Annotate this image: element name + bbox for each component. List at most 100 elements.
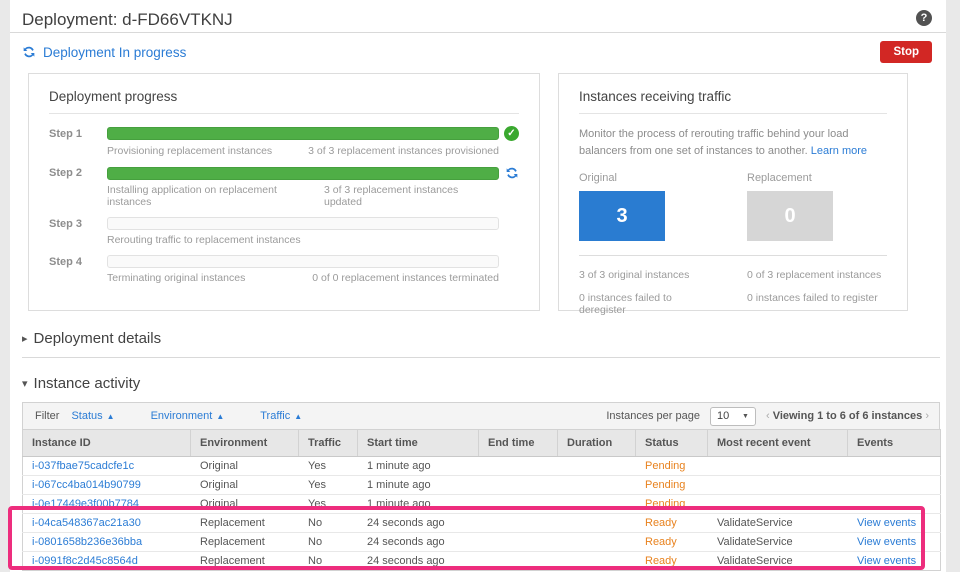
caret-down-icon: ▼ (742, 412, 749, 420)
instance-id-link[interactable]: i-0e17449e3f00b7784 (32, 498, 139, 510)
instance-id-link[interactable]: i-037fbae75cadcfe1c (32, 460, 134, 472)
end-time-cell (478, 475, 558, 495)
panels-row: Deployment progress Step 1 ✓ Provisionin… (28, 73, 946, 316)
page-header: Deployment: d-FD66VTKNJ ? (10, 0, 946, 33)
col-instance-id: Instance ID (22, 429, 191, 457)
most-recent-event-cell: ValidateService (707, 532, 848, 552)
page-title: Deployment: d-FD66VTKNJ (22, 10, 233, 29)
instances-per-page-select[interactable]: 10 ▼ (709, 406, 756, 426)
step-2-label: Step 2 (49, 167, 83, 179)
table-row: i-04ca548367ac21a30 Replacement No 24 se… (22, 513, 941, 533)
deployment-details-toggle[interactable]: ▸ Deployment details (22, 330, 946, 347)
traffic-cell: No (298, 532, 358, 552)
instance-id-link[interactable]: i-0991f8c2d45c8564d (32, 555, 138, 567)
events-cell: View events (847, 513, 941, 533)
step-3-progress-bar (107, 217, 499, 230)
view-events-link[interactable]: View events (857, 536, 916, 548)
filter-status-label: Status (71, 410, 103, 422)
instance-activity-table: Instance ID Environment Traffic Start ti… (22, 429, 941, 571)
filter-traffic[interactable]: Traffic ▲ (260, 410, 302, 422)
paging-text: Viewing 1 to 6 of 6 instances (772, 410, 923, 422)
step-1-row: Step 1 ✓ (49, 126, 519, 141)
replacement-label: Replacement (747, 172, 812, 185)
duration-cell (557, 513, 636, 533)
most-recent-event-cell (707, 494, 848, 514)
traffic-panel-description: Monitor the process of rerouting traffic… (579, 126, 887, 160)
events-cell (847, 494, 941, 514)
step-3-text: Rerouting traffic to replacement instanc… (107, 234, 519, 246)
view-events-link[interactable]: View events (857, 517, 916, 529)
per-page-value: 10 (716, 410, 730, 422)
deployment-status-text: Deployment In progress (43, 44, 187, 60)
divider (22, 357, 940, 358)
refresh-icon (505, 166, 519, 180)
deployment-progress-panel: Deployment progress Step 1 ✓ Provisionin… (28, 73, 540, 311)
status-cell: Pending (635, 475, 708, 495)
col-start-time: Start time (357, 429, 479, 457)
stop-button[interactable]: Stop (880, 41, 932, 63)
step-3-label: Step 3 (49, 217, 83, 230)
step-4-label: Step 4 (49, 255, 83, 268)
instance-activity-toggle[interactable]: ▾ Instance activity (22, 375, 946, 392)
instance-id-link[interactable]: i-067cc4ba014b90799 (32, 479, 141, 491)
status-bar: Deployment In progress Stop (22, 40, 932, 64)
most-recent-event-cell: ValidateService (707, 513, 848, 533)
instance-table-wrap: Instance ID Environment Traffic Start ti… (8, 429, 941, 571)
filter-environment[interactable]: Environment ▲ (151, 410, 225, 422)
status-cell: Ready (635, 513, 708, 533)
most-recent-event-cell (707, 475, 848, 495)
chevron-down-icon: ▾ (22, 378, 28, 390)
start-time-cell: 1 minute ago (357, 456, 479, 476)
original-stat-2: 0 instances failed to deregister (579, 292, 672, 317)
view-events-link[interactable]: View events (857, 555, 916, 567)
start-time-cell: 24 seconds ago (357, 532, 479, 552)
step-2-detail: 3 of 3 replacement instances updated (324, 184, 459, 208)
step-3-desc: Rerouting traffic to replacement instanc… (107, 234, 301, 246)
instance-id-link[interactable]: i-04ca548367ac21a30 (32, 517, 141, 529)
most-recent-event-cell: ValidateService (707, 551, 848, 571)
end-time-cell (478, 532, 558, 552)
instances-per-page-label: Instances per page (606, 410, 700, 422)
prev-page-chevron[interactable]: ‹ (766, 410, 770, 422)
page-content: Deployment: d-FD66VTKNJ ? Deployment In … (8, 0, 946, 572)
step-1-label: Step 1 (49, 127, 83, 140)
table-row: i-0991f8c2d45c8564d Replacement No 24 se… (22, 551, 941, 571)
divider (49, 113, 519, 114)
end-time-cell (478, 494, 558, 514)
original-count-box: 3 (579, 191, 665, 242)
environment-cell: Original (190, 494, 299, 514)
instance-id-link[interactable]: i-0801658b236e36bba (32, 536, 142, 548)
end-time-cell (478, 513, 558, 533)
replacement-stat-1: 0 of 3 replacement instances (747, 269, 882, 282)
status-cell: Ready (635, 532, 708, 552)
traffic-panel-title: Instances receiving traffic (579, 89, 732, 104)
traffic-cell: No (298, 551, 358, 571)
step-1-text: Provisioning replacement instances 3 of … (107, 145, 519, 157)
deployment-details-title: Deployment details (33, 330, 162, 347)
col-duration: Duration (557, 429, 636, 457)
events-cell (847, 475, 941, 495)
duration-cell (557, 456, 636, 476)
learn-more-link[interactable]: Learn more (811, 145, 867, 157)
step-2-progress-bar (107, 166, 499, 180)
replacement-stat-2: 0 instances failed to register (747, 292, 878, 305)
traffic-counts-grid: Original 3 Replacement 0 3 of 3 original… (579, 172, 887, 316)
next-page-chevron[interactable]: › (925, 410, 929, 422)
events-cell: View events (847, 551, 941, 571)
progress-panel-title: Deployment progress (49, 89, 178, 104)
traffic-description-text: Monitor the process of rerouting traffic… (579, 128, 849, 158)
step-4-detail: 0 of 0 replacement instances terminated (312, 272, 499, 284)
filter-status[interactable]: Status ▲ (71, 410, 114, 422)
filter-bar: Filter Status ▲ Environment ▲ Traffic ▲ … (22, 402, 940, 429)
col-events: Events (847, 429, 941, 457)
filter-environment-label: Environment (150, 410, 213, 422)
help-icon[interactable]: ? (916, 10, 932, 26)
col-environment: Environment (190, 429, 299, 457)
pagination: ‹ Viewing 1 to 6 of 6 instances › (766, 410, 929, 422)
step-4-desc: Terminating original instances (107, 272, 246, 284)
step-2-desc: Installing application on replacement in… (107, 184, 277, 208)
environment-cell: Original (190, 456, 299, 476)
step-4-row: Step 4 (49, 255, 519, 268)
check-circle-icon: ✓ (504, 126, 519, 141)
duration-cell (557, 475, 636, 495)
